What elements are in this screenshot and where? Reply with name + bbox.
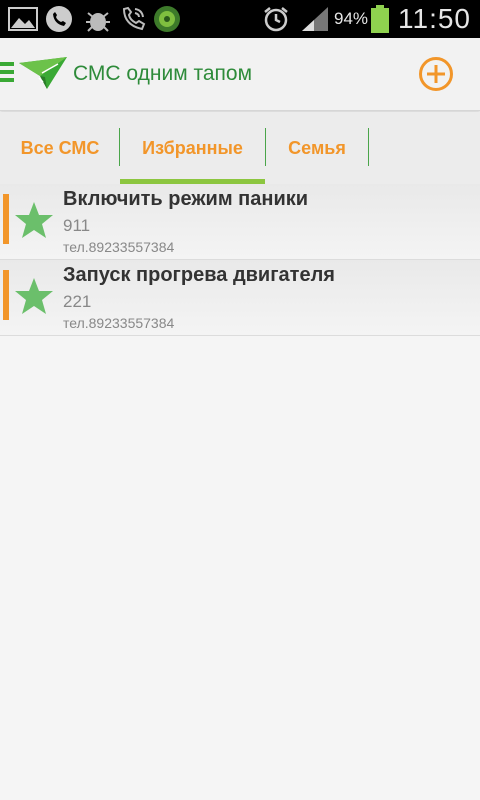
app-title: СМС одним тапом	[73, 62, 253, 85]
tab-all-sms[interactable]: Все СМС	[0, 112, 120, 184]
battery-percent: 94%	[334, 9, 369, 28]
drawer-menu-icon[interactable]	[0, 62, 14, 86]
action-bar: СМС одним тапом	[0, 38, 480, 111]
tab-label: Все СМС	[20, 137, 100, 158]
paper-plane-logo-icon	[19, 57, 67, 89]
phone-call-icon	[122, 6, 146, 31]
tab-divider	[368, 128, 369, 166]
item-title: Запуск прогрева двигателя	[63, 264, 335, 286]
item-title: Включить режим паники	[63, 188, 309, 210]
item-accent-bar	[3, 194, 9, 244]
alarm-icon	[264, 7, 288, 32]
item-sms-text: 221	[63, 292, 92, 311]
tab-favorites[interactable]: Избранные	[120, 112, 265, 184]
missed-call-icon	[46, 6, 72, 32]
usb-debug-icon	[86, 12, 110, 32]
sms-list: Включить режим паники 911 тел.8923355738…	[0, 184, 480, 336]
app-shield-icon	[154, 6, 180, 32]
battery-icon	[371, 5, 389, 33]
tab-bar: Все СМС Избранные Семья	[0, 112, 480, 184]
list-item[interactable]: Включить режим паники 911 тел.8923355738…	[0, 184, 480, 260]
tab-label: Избранные	[142, 137, 243, 158]
gallery-icon	[8, 7, 38, 31]
item-phone: тел.89233557384	[63, 315, 175, 331]
plus-circle-icon	[419, 57, 453, 91]
clock: 11:50	[398, 3, 471, 34]
star-icon[interactable]	[14, 200, 54, 240]
add-button[interactable]	[418, 56, 454, 92]
item-phone: тел.89233557384	[63, 239, 175, 255]
list-item[interactable]: Запуск прогрева двигателя 221 тел.892335…	[0, 260, 480, 336]
status-bar: 94% 11:50	[0, 0, 480, 38]
star-icon[interactable]	[14, 276, 54, 316]
tab-label: Семья	[288, 137, 346, 158]
item-accent-bar	[3, 270, 9, 320]
signal-icon	[302, 7, 328, 31]
tab-family[interactable]: Семья	[266, 112, 368, 184]
item-sms-text: 911	[63, 216, 91, 235]
